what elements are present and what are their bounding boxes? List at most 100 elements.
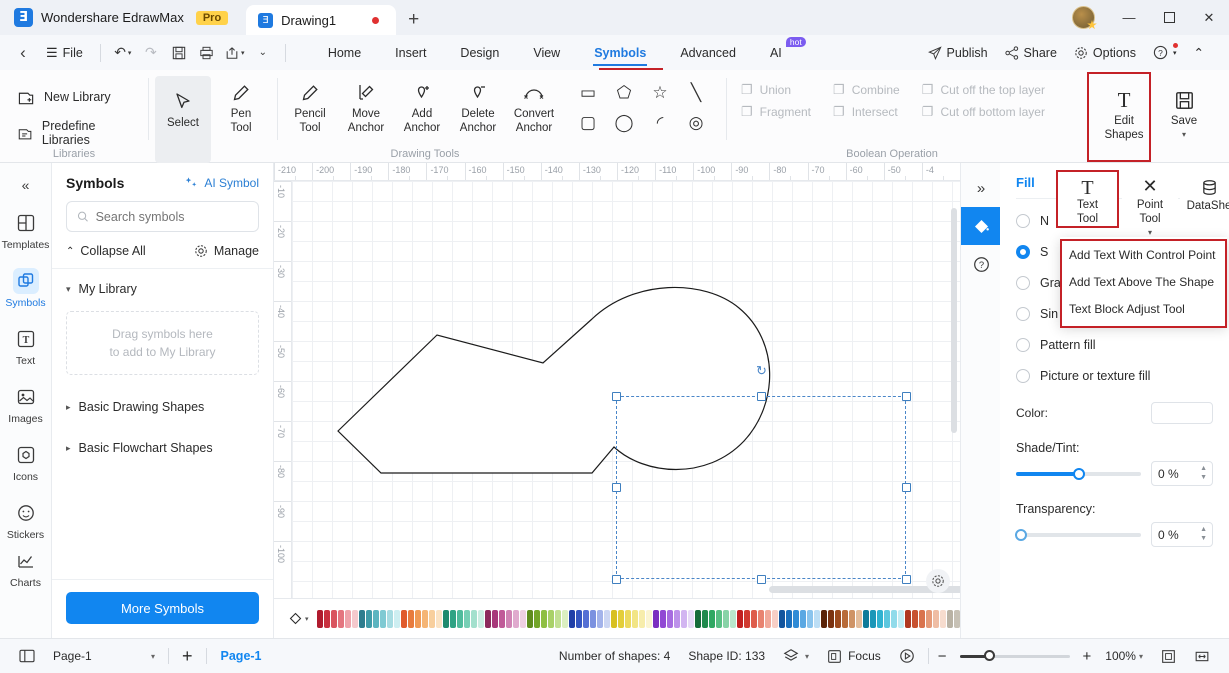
menu-item-add-text-above-the-shape[interactable]: Add Text Above The Shape — [1060, 268, 1227, 295]
edit-shapes-button[interactable]: T Edit Shapes — [1095, 76, 1153, 163]
color-swatch[interactable] — [939, 609, 946, 628]
color-swatch[interactable] — [421, 609, 428, 628]
color-swatch[interactable] — [344, 609, 351, 628]
save-button[interactable] — [166, 41, 192, 65]
tab-home[interactable]: Home — [311, 35, 378, 70]
shape-line-icon[interactable]: ╲ — [691, 83, 701, 103]
tab-ai[interactable]: AI hot — [753, 35, 808, 70]
help-button[interactable]: ? ▾ — [1146, 40, 1184, 66]
color-swatch[interactable] — [932, 609, 939, 628]
ai-symbol-button[interactable]: AI Symbol — [185, 176, 259, 190]
color-swatch[interactable] — [582, 609, 589, 628]
color-swatch[interactable] — [708, 609, 715, 628]
tab-symbols[interactable]: Symbols — [577, 35, 663, 70]
tab-design[interactable]: Design — [443, 35, 516, 70]
color-swatch[interactable] — [855, 609, 862, 628]
resize-handle-sw[interactable] — [612, 575, 621, 584]
color-swatch[interactable] — [435, 609, 442, 628]
zoom-in-button[interactable]: + — [1078, 643, 1097, 669]
color-swatch[interactable] — [386, 609, 393, 628]
menu-item-add-text-with-control-point[interactable]: Add Text With Control Point — [1060, 241, 1227, 268]
color-swatch[interactable] — [659, 609, 666, 628]
color-swatch[interactable] — [862, 609, 869, 628]
color-swatch-button[interactable] — [1151, 402, 1213, 424]
shape-spiral-icon[interactable]: ◎ — [689, 113, 704, 133]
color-swatch[interactable] — [729, 609, 736, 628]
save-dropdown-caret-icon[interactable]: ▾ — [1182, 130, 1186, 140]
collapse-all-button[interactable]: ⌃ Collapse All — [66, 244, 146, 258]
color-swatch[interactable] — [687, 609, 694, 628]
color-swatch[interactable] — [484, 609, 491, 628]
color-swatch[interactable] — [372, 609, 379, 628]
color-swatch[interactable] — [414, 609, 421, 628]
color-swatch[interactable] — [673, 609, 680, 628]
radio-pattern-fill[interactable] — [1016, 337, 1030, 352]
color-swatch[interactable] — [512, 609, 519, 628]
color-swatch[interactable] — [785, 609, 792, 628]
shape-circle-icon[interactable]: ◯ — [614, 113, 633, 133]
predefine-libraries-button[interactable]: Predefine Libraries — [12, 118, 140, 148]
shape-star-icon[interactable]: ☆ — [652, 83, 667, 103]
radio-no-fill[interactable] — [1016, 213, 1030, 228]
manage-button[interactable]: Manage — [194, 244, 259, 258]
color-swatch[interactable] — [953, 609, 960, 628]
more-quick-actions-button[interactable]: ⌄ — [250, 41, 276, 65]
color-swatch[interactable] — [806, 609, 813, 628]
sidebar-item-icons[interactable]: Icons — [0, 433, 51, 491]
zoom-out-button[interactable]: − — [933, 643, 952, 669]
zoom-slider[interactable] — [959, 650, 1070, 661]
color-swatch[interactable] — [876, 609, 883, 628]
color-swatch[interactable] — [897, 609, 904, 628]
color-swatch[interactable] — [771, 609, 778, 628]
color-swatch[interactable] — [351, 609, 358, 628]
search-symbols-box[interactable] — [66, 201, 259, 232]
shape-rectangle-icon[interactable]: ▭ — [580, 83, 596, 103]
color-swatch[interactable] — [925, 609, 932, 628]
color-swatch[interactable] — [911, 609, 918, 628]
color-swatch[interactable] — [736, 609, 743, 628]
color-swatch[interactable] — [813, 609, 820, 628]
color-swatch[interactable] — [890, 609, 897, 628]
color-swatch[interactable] — [603, 609, 610, 628]
resize-handle-w[interactable] — [612, 483, 621, 492]
color-swatch[interactable] — [498, 609, 505, 628]
color-swatch[interactable] — [841, 609, 848, 628]
color-swatch[interactable] — [330, 609, 337, 628]
tab-view[interactable]: View — [516, 35, 577, 70]
presentation-button[interactable] — [890, 643, 924, 669]
sidebar-item-charts[interactable]: Charts — [0, 549, 51, 589]
new-library-button[interactable]: New Library — [12, 82, 140, 112]
select-tool-button[interactable]: Select — [155, 76, 211, 163]
color-swatch[interactable] — [561, 609, 568, 628]
sidebar-item-images[interactable]: Images — [0, 375, 51, 433]
color-swatch[interactable] — [442, 609, 449, 628]
tree-item-my-library[interactable]: ▾ My Library — [52, 273, 273, 305]
stepper-arrows[interactable]: ▲ ▼ — [1200, 525, 1207, 543]
stepper-arrows[interactable]: ▲ ▼ — [1200, 464, 1207, 482]
color-swatch[interactable] — [624, 609, 631, 628]
expand-right-panel-button[interactable]: » — [961, 169, 1001, 207]
color-swatch[interactable] — [904, 609, 911, 628]
more-symbols-button[interactable]: More Symbols — [66, 592, 259, 624]
color-swatch[interactable] — [946, 609, 953, 628]
tree-item-basic-flowchart-shapes[interactable]: ▸ Basic Flowchart Shapes — [52, 432, 273, 464]
print-button[interactable] — [194, 41, 220, 65]
shade-tint-input[interactable]: 0 % ▲ ▼ — [1151, 461, 1213, 486]
color-swatch[interactable] — [666, 609, 673, 628]
color-swatch[interactable] — [750, 609, 757, 628]
document-tab-drawing1[interactable]: Ǝ Drawing1 — [246, 5, 397, 35]
color-swatch[interactable] — [540, 609, 547, 628]
page-tab-page-1[interactable]: Page-1 — [211, 649, 272, 663]
color-swatch[interactable] — [883, 609, 890, 628]
radio-solid-fill[interactable] — [1016, 244, 1030, 259]
canvas-settings-button[interactable] — [926, 569, 950, 593]
color-swatch[interactable] — [456, 609, 463, 628]
color-swatch[interactable] — [792, 609, 799, 628]
back-button[interactable]: ‹ — [10, 41, 36, 65]
color-swatch[interactable] — [631, 609, 638, 628]
tab-advanced[interactable]: Advanced — [663, 35, 753, 70]
point-tool-button[interactable]: ✕ Point Tool ▾ — [1122, 171, 1178, 238]
minimize-button[interactable]: — — [1109, 0, 1149, 35]
color-swatch[interactable] — [743, 609, 750, 628]
collapse-ribbon-button[interactable]: ⌃ — [1187, 40, 1211, 66]
